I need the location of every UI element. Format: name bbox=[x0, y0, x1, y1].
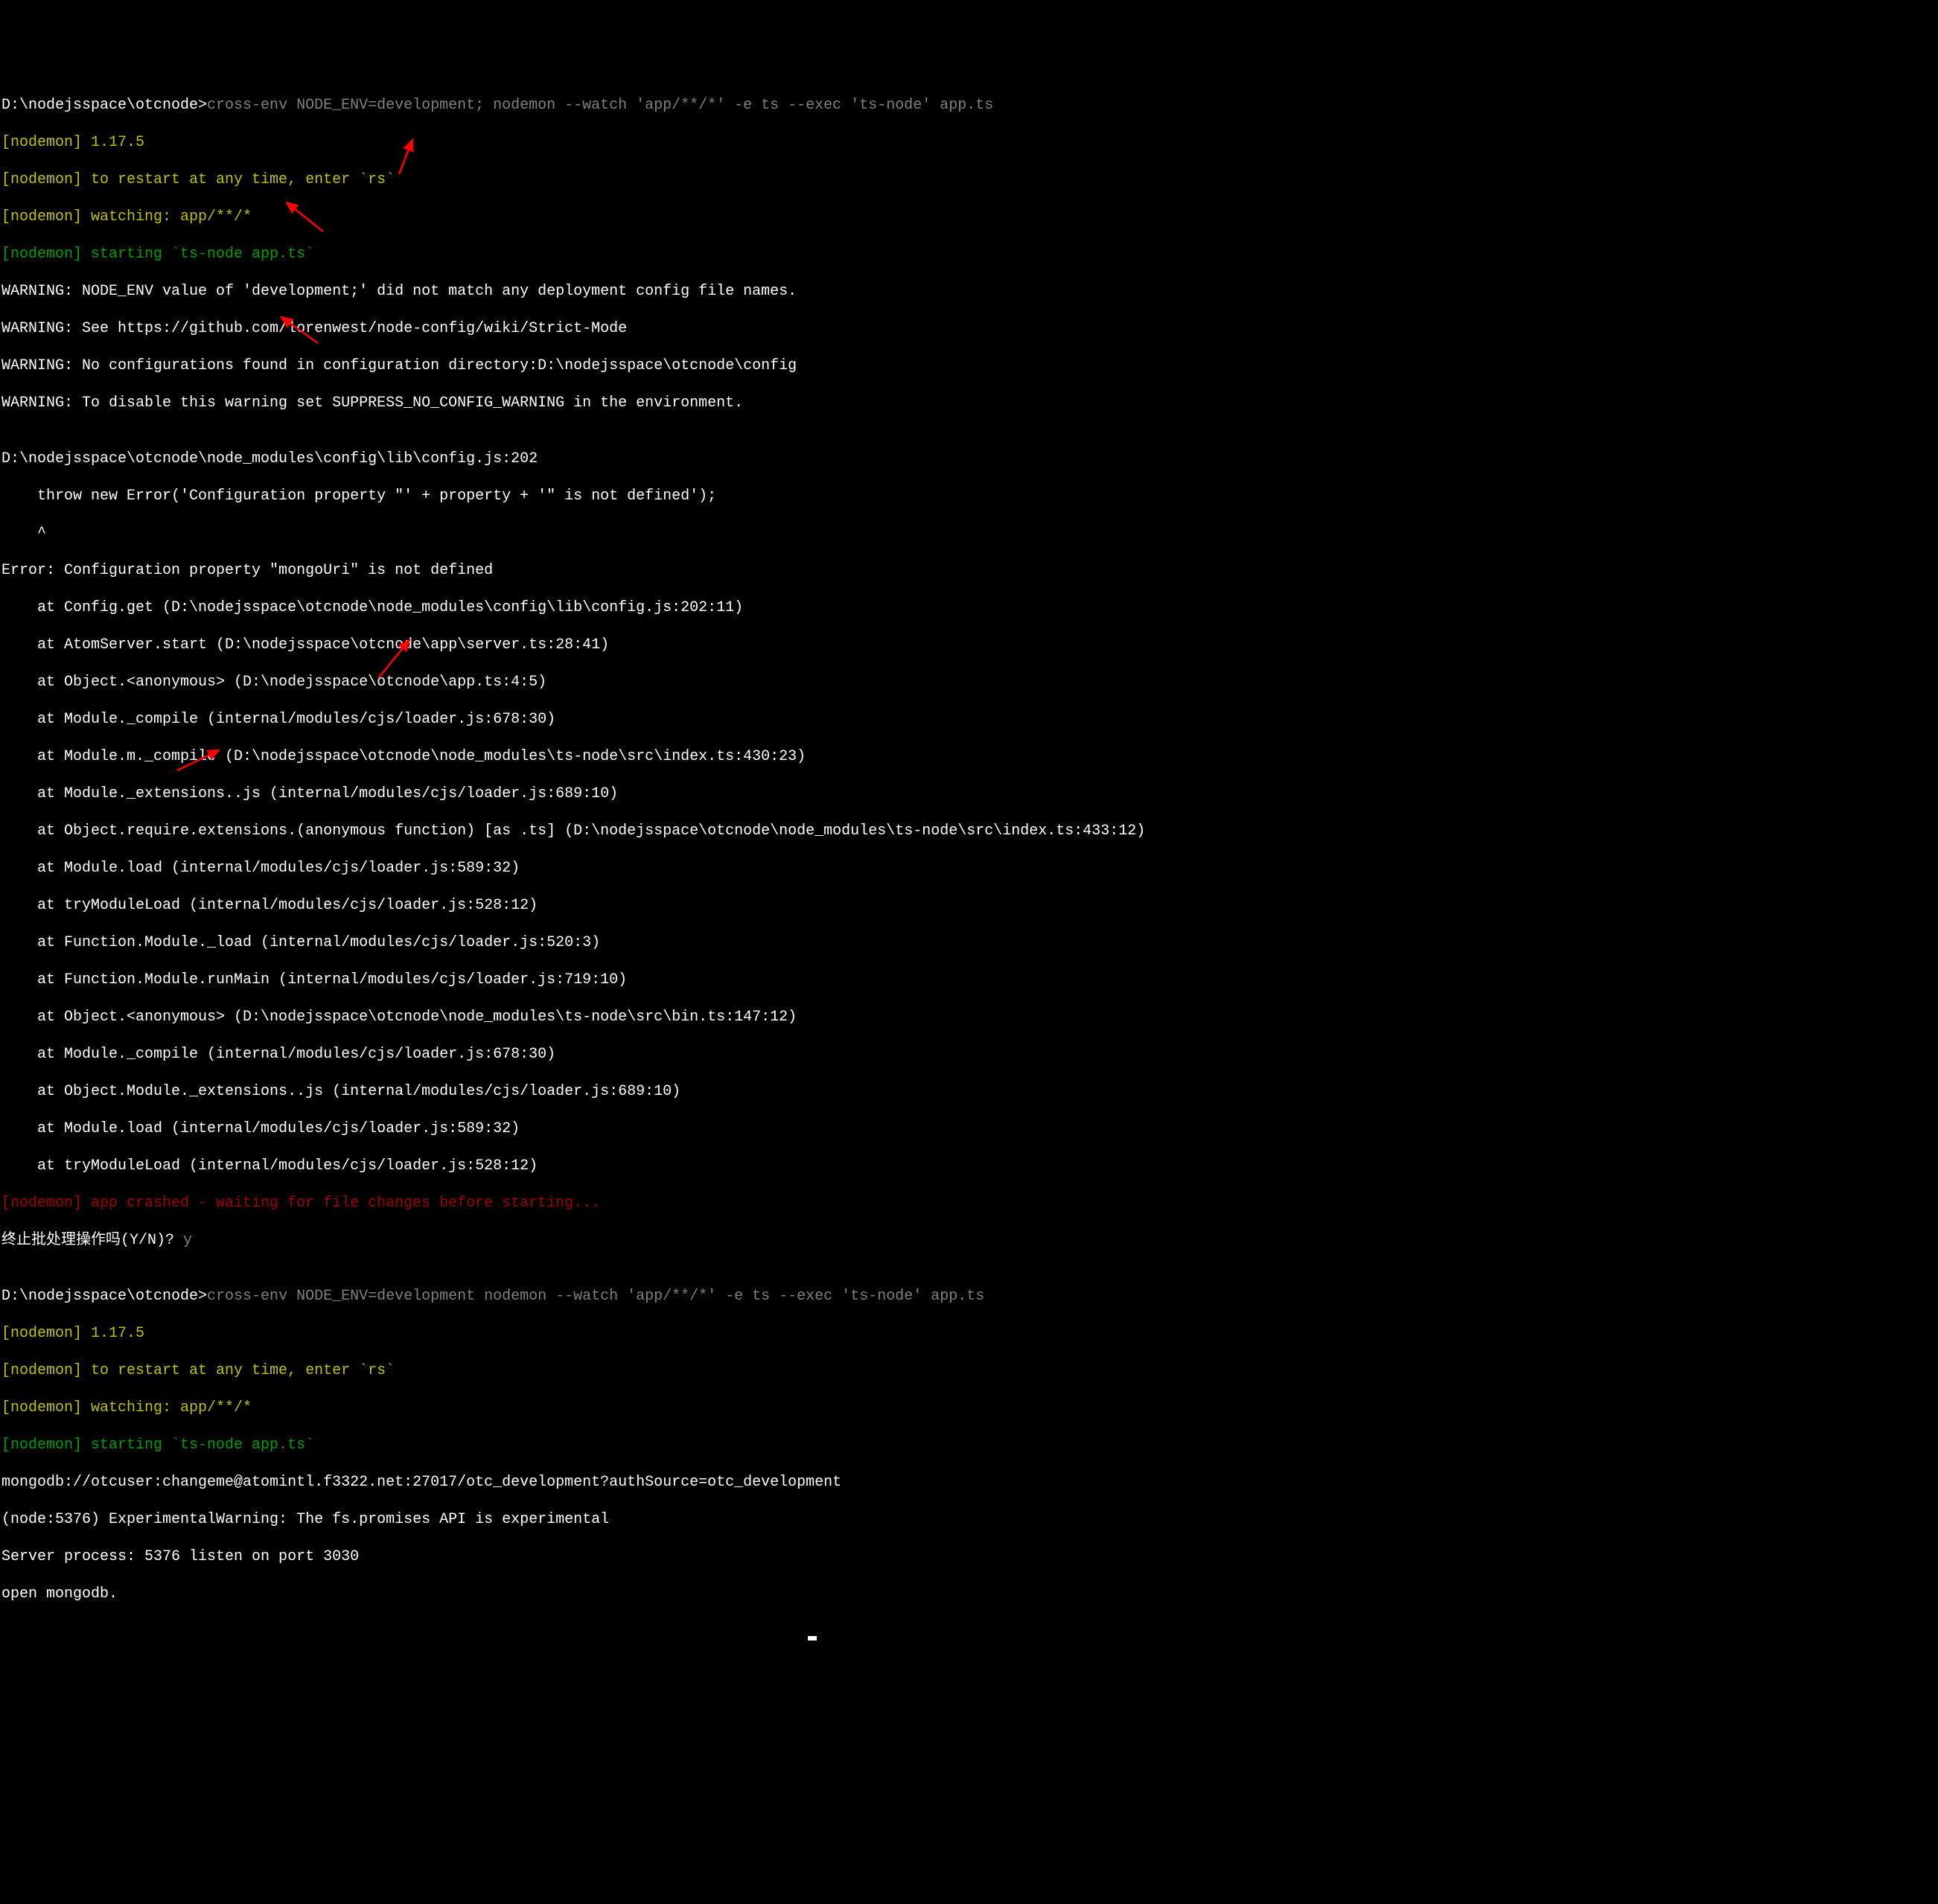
stack-trace-line: at Module.load (internal/modules/cjs/loa… bbox=[1, 859, 1937, 878]
stack-trace-line: at Object.Module._extensions..js (intern… bbox=[1, 1082, 1937, 1101]
stack-trace-line: at Object.require.extensions.(anonymous … bbox=[1, 822, 1937, 840]
error-file-location: D:\nodejsspace\otcnode\node_modules\conf… bbox=[1, 450, 1937, 468]
cursor-line[interactable] bbox=[1, 1622, 1937, 1641]
nodemon-version: [nodemon] 1.17.5 bbox=[1, 1324, 1937, 1343]
error-message: Error: Configuration property "mongoUri"… bbox=[1, 561, 1937, 580]
nodemon-crashed: [nodemon] app crashed - waiting for file… bbox=[1, 1194, 1937, 1213]
stack-trace-line: at Module.load (internal/modules/cjs/loa… bbox=[1, 1119, 1937, 1138]
command-text: cross-env NODE_ENV=development nodemon -… bbox=[207, 1288, 984, 1305]
mongodb-uri: mongodb://otcuser:changeme@atomintl.f332… bbox=[1, 1473, 1937, 1492]
stack-trace-line: at tryModuleLoad (internal/modules/cjs/l… bbox=[1, 896, 1937, 915]
nodemon-watching: [nodemon] watching: app/**/* bbox=[1, 1399, 1937, 1417]
stack-trace-line: at Function.Module._load (internal/modul… bbox=[1, 933, 1937, 952]
experimental-warning: (node:5376) ExperimentalWarning: The fs.… bbox=[1, 1510, 1937, 1529]
nodemon-restart-hint: [nodemon] to restart at any time, enter … bbox=[1, 170, 1937, 189]
warning-line: WARNING: NODE_ENV value of 'development;… bbox=[1, 282, 1937, 301]
command-text: cross-env NODE_ENV=development; nodemon … bbox=[207, 97, 993, 114]
prompt-path: D:\nodejsspace\otcnode> bbox=[1, 97, 207, 114]
nodemon-starting: [nodemon] starting `ts-node app.ts` bbox=[1, 245, 1937, 263]
server-process-line: Server process: 5376 listen on port 3030 bbox=[1, 1547, 1937, 1566]
error-caret: ^ bbox=[1, 524, 1937, 543]
stack-trace-line: at Object.<anonymous> (D:\nodejsspace\ot… bbox=[1, 1008, 1937, 1026]
stack-trace-line: at Object.<anonymous> (D:\nodejsspace\ot… bbox=[1, 673, 1937, 691]
open-mongodb-line: open mongodb. bbox=[1, 1585, 1937, 1603]
stack-trace-line: at Module._compile (internal/modules/cjs… bbox=[1, 1045, 1937, 1064]
nodemon-watching: [nodemon] watching: app/**/* bbox=[1, 208, 1937, 226]
warning-line: WARNING: See https://github.com/lorenwes… bbox=[1, 319, 1937, 338]
prompt-path: D:\nodejsspace\otcnode> bbox=[1, 1288, 207, 1305]
stack-trace-line: at Config.get (D:\nodejsspace\otcnode\no… bbox=[1, 598, 1937, 617]
stack-trace-line: at Function.Module.runMain (internal/mod… bbox=[1, 971, 1937, 989]
warning-line: WARNING: No configurations found in conf… bbox=[1, 357, 1937, 375]
terminate-batch-answer: y bbox=[183, 1232, 192, 1249]
warning-line: WARNING: To disable this warning set SUP… bbox=[1, 394, 1937, 412]
nodemon-restart-hint: [nodemon] to restart at any time, enter … bbox=[1, 1361, 1937, 1380]
error-throw-line: throw new Error('Configuration property … bbox=[1, 487, 1937, 505]
text-cursor bbox=[808, 1636, 817, 1641]
nodemon-starting: [nodemon] starting `ts-node app.ts` bbox=[1, 1436, 1937, 1454]
stack-trace-line: at tryModuleLoad (internal/modules/cjs/l… bbox=[1, 1157, 1937, 1175]
stack-trace-line: at Module._compile (internal/modules/cjs… bbox=[1, 710, 1937, 729]
terminate-batch-prompt: 终止批处理操作吗(Y/N)? bbox=[1, 1232, 183, 1249]
nodemon-version: [nodemon] 1.17.5 bbox=[1, 133, 1937, 152]
terminal-output[interactable]: D:\nodejsspace\otcnode>cross-env NODE_EN… bbox=[1, 77, 1937, 1808]
stack-trace-line: at Module._extensions..js (internal/modu… bbox=[1, 785, 1937, 803]
stack-trace-line: at Module.m._compile (D:\nodejsspace\otc… bbox=[1, 747, 1937, 766]
stack-trace-line: at AtomServer.start (D:\nodejsspace\otcn… bbox=[1, 636, 1937, 654]
